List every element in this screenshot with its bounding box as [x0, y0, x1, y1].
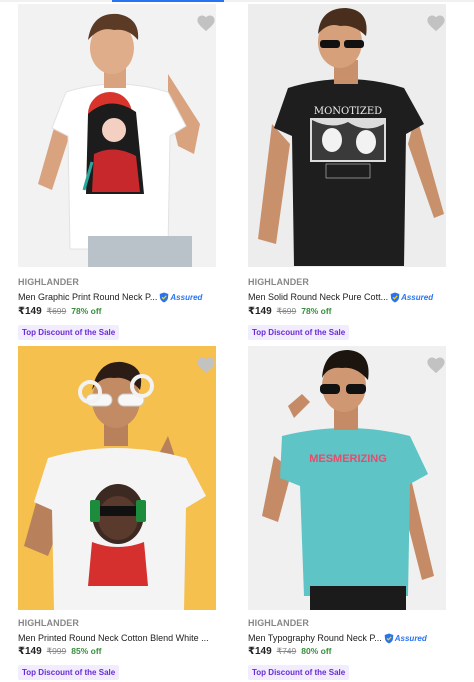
product-image[interactable]	[18, 4, 216, 267]
original-price: ₹749	[276, 646, 297, 656]
product-photo: MONOTIZED	[248, 4, 446, 267]
selling-price: ₹149	[18, 646, 42, 657]
product-grid: HIGHLANDER Men Graphic Print Round Neck …	[0, 0, 474, 682]
product-image[interactable]: MESMERIZING	[248, 346, 446, 610]
product-title[interactable]: Men Printed Round Neck Cotton Blend Whit…	[18, 633, 209, 643]
product-photo	[18, 4, 216, 267]
product-card[interactable]: HIGHLANDER Men Printed Round Neck Cotton…	[0, 343, 216, 682]
product-title[interactable]: Men Typography Round Neck P...	[248, 633, 382, 643]
product-brand: HIGHLANDER	[18, 618, 79, 628]
product-card[interactable]: MONOTIZED HIGHLANDER Men Solid Round Nec…	[230, 4, 446, 344]
original-price: ₹999	[46, 646, 67, 656]
product-photo: MESMERIZING	[248, 346, 446, 610]
product-brand: HIGHLANDER	[248, 277, 309, 287]
selling-price: ₹149	[18, 306, 42, 317]
product-image[interactable]: MONOTIZED	[248, 4, 446, 267]
product-title-row[interactable]: Men Typography Round Neck P... Assured	[248, 631, 448, 645]
offer-badge: Top Discount of the Sale	[18, 325, 120, 340]
product-title-row[interactable]: Men Graphic Print Round Neck P... Assure…	[18, 290, 218, 304]
product-card[interactable]: MESMERIZING HIGHLANDER Men Typography Ro…	[230, 343, 446, 682]
assured-shield-icon	[384, 633, 394, 643]
discount-percent: 85% off	[71, 646, 102, 656]
wishlist-heart-icon[interactable]	[196, 356, 216, 374]
price-row: ₹149 ₹749 80% off	[248, 646, 331, 657]
product-brand: HIGHLANDER	[248, 618, 309, 628]
product-title-row[interactable]: Men Printed Round Neck Cotton Blend Whit…	[18, 631, 218, 645]
assured-badge: Assured	[390, 292, 433, 303]
product-photo	[18, 346, 216, 610]
price-row: ₹149 ₹999 85% off	[18, 646, 101, 657]
tee-print-text: MESMERIZING	[309, 453, 387, 465]
offer-badge: Top Discount of the Sale	[248, 665, 350, 680]
wishlist-heart-icon[interactable]	[196, 14, 216, 32]
product-title[interactable]: Men Solid Round Neck Pure Cott...	[248, 292, 388, 302]
price-row: ₹149 ₹699 78% off	[18, 306, 101, 317]
offer-badge: Top Discount of the Sale	[248, 325, 350, 340]
tee-print-text: MONOTIZED	[314, 106, 382, 117]
assured-shield-icon	[390, 292, 400, 302]
selling-price: ₹149	[248, 306, 272, 317]
assured-label: Assured	[401, 292, 434, 302]
discount-percent: 80% off	[301, 646, 332, 656]
original-price: ₹699	[276, 306, 297, 316]
assured-label: Assured	[170, 292, 203, 302]
discount-percent: 78% off	[301, 306, 332, 316]
wishlist-heart-icon[interactable]	[426, 356, 446, 374]
selling-price: ₹149	[248, 646, 272, 657]
assured-badge: Assured	[384, 633, 427, 644]
assured-label: Assured	[394, 633, 427, 643]
product-card[interactable]: HIGHLANDER Men Graphic Print Round Neck …	[0, 4, 216, 344]
assured-badge: Assured	[159, 292, 202, 303]
assured-shield-icon	[160, 292, 169, 302]
offer-badge: Top Discount of the Sale	[18, 665, 120, 680]
product-image[interactable]	[18, 346, 216, 610]
product-title[interactable]: Men Graphic Print Round Neck P...	[18, 292, 157, 302]
price-row: ₹149 ₹699 78% off	[248, 306, 331, 317]
product-brand: HIGHLANDER	[18, 277, 79, 287]
wishlist-heart-icon[interactable]	[426, 14, 446, 32]
product-title-row[interactable]: Men Solid Round Neck Pure Cott... Assure…	[248, 290, 448, 304]
original-price: ₹699	[46, 306, 67, 316]
discount-percent: 78% off	[71, 306, 102, 316]
